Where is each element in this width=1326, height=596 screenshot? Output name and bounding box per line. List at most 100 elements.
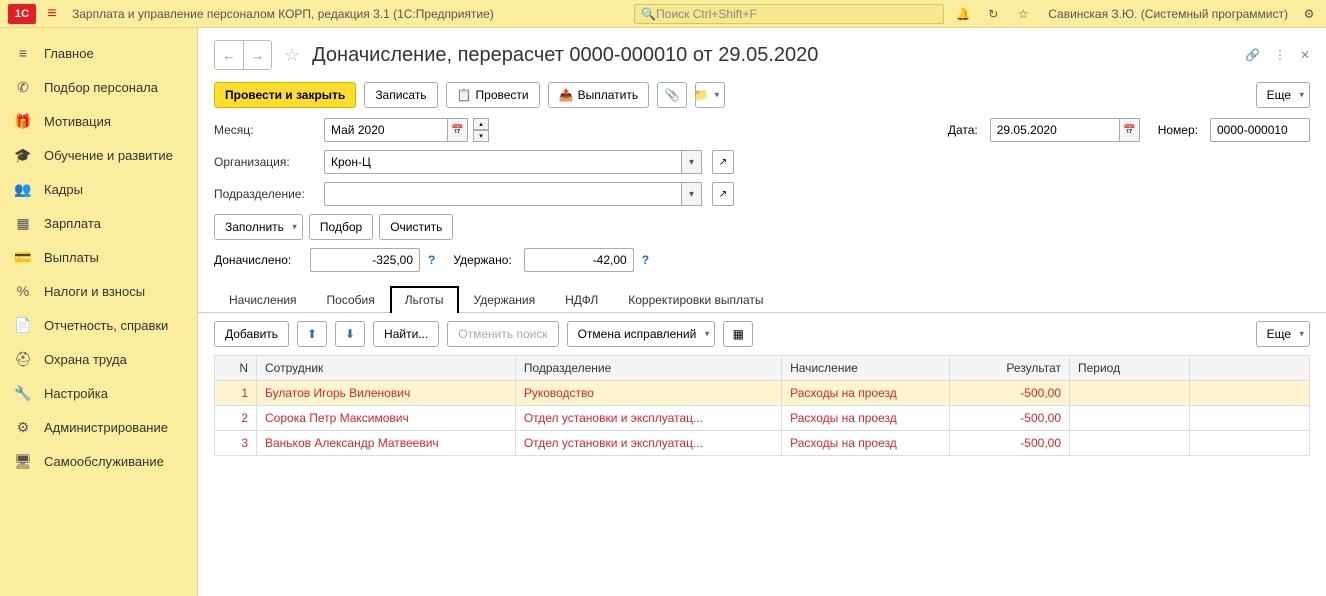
sidebar-item-safety[interactable]: ⛑ Охрана труда [0,342,197,376]
month-input[interactable] [324,118,448,142]
spinner-up[interactable]: ▴ [473,118,489,130]
open-org-button[interactable]: ↗ [712,150,734,174]
pay-icon: 📤 [559,88,574,102]
topbar: 1C ≡ Зарплата и управление персоналом КО… [0,0,1326,28]
clear-button[interactable]: Очистить [379,214,453,240]
cell-period [1070,406,1190,431]
select-button[interactable]: Подбор [309,214,373,240]
sidebar-label: Главное [44,46,94,61]
calendar-icon[interactable]: 📅 [1120,118,1140,142]
table-row[interactable]: 1Булатов Игорь ВиленовичРуководствоРасхо… [215,381,1310,406]
sidebar-item-reports[interactable]: 📄Отчетность, справки [0,308,197,342]
dropdown-icon[interactable]: ▾ [682,182,702,206]
sidebar-item-payments[interactable]: 💳Выплаты [0,240,197,274]
attach-button[interactable]: 📎 [657,82,687,108]
sidebar-label: Зарплата [44,216,101,231]
search-input[interactable]: 🔍 Поиск Ctrl+Shift+F [634,4,944,24]
sidebar-item-settings[interactable]: 🔧 Настройка [0,376,197,410]
sidebar-item-self[interactable]: 🖥Самообслуживание [0,444,197,478]
help-icon[interactable]: ? [642,253,649,267]
favorite-icon[interactable]: ☆ [284,45,300,66]
tab-accruals[interactable]: Начисления [214,286,312,313]
back-button[interactable]: ← [215,41,243,69]
pay-label: Выплатить [578,88,639,102]
layout-settings-button[interactable]: ▦ [723,321,753,347]
tab-corrections[interactable]: Корректировки выплаты [613,286,778,313]
tab-benefits[interactable]: Пособия [312,286,390,313]
accrued-label: Доначислено: [214,253,304,267]
link-icon[interactable]: 🔗 [1245,48,1260,62]
sidebar-label: Выплаты [44,250,99,265]
col-period[interactable]: Период [1070,356,1190,381]
fill-button[interactable]: Заполнить [214,214,303,240]
sidebar-label: Охрана труда [44,352,127,367]
kebab-icon[interactable]: ⋮ [1274,48,1286,62]
cancel-corrections-button[interactable]: Отмена исправлений [567,321,716,347]
post-label: Провести [476,88,529,102]
sidebar-item-training[interactable]: 🎓Обучение и развитие [0,138,197,172]
wrench-icon: 🔧 [14,384,32,402]
dept-input[interactable] [324,182,682,206]
sidebar-label: Администрирование [44,420,168,435]
sidebar-label: Настройка [44,386,108,401]
date-input[interactable] [990,118,1120,142]
more-button[interactable]: Еще [1256,82,1310,108]
col-employee[interactable]: Сотрудник [257,356,516,381]
sidebar-item-recruit[interactable]: ✆Подбор персонала [0,70,197,104]
move-up-button[interactable]: ⬆ [297,321,327,347]
main: ← → ☆ Доначисление, перерасчет 0000-0000… [198,28,1326,596]
open-dept-button[interactable]: ↗ [712,182,734,206]
pay-button[interactable]: 📤 Выплатить [548,82,649,108]
close-icon[interactable]: ✕ [1300,48,1310,62]
tab-deductions[interactable]: Удержания [459,286,551,313]
print-button[interactable]: 📁 [695,82,725,108]
sidebar-item-motivation[interactable]: 🎁Мотивация [0,104,197,138]
sidebar-label: Налоги и взносы [44,284,145,299]
col-result[interactable]: Результат [950,356,1070,381]
table: N Сотрудник Подразделение Начисление Рез… [198,355,1326,456]
dropdown-icon[interactable]: ▾ [682,150,702,174]
withheld-input[interactable] [524,248,634,272]
col-accrual[interactable]: Начисление [782,356,950,381]
spinner-down[interactable]: ▾ [473,130,489,142]
find-button[interactable]: Найти... [373,321,439,347]
accrued-input[interactable] [310,248,420,272]
bell-icon[interactable]: 🔔 [954,5,972,23]
table-row[interactable]: 2Сорока Петр МаксимовичОтдел установки и… [215,406,1310,431]
hamburger-icon[interactable]: ≡ [42,4,62,24]
sidebar-item-home[interactable]: ≡Главное [0,36,197,70]
history-icon[interactable]: ↻ [984,5,1002,23]
sidebar-item-hr[interactable]: 👥Кадры [0,172,197,206]
move-down-button[interactable]: ⬇ [335,321,365,347]
tab-exemptions[interactable]: Льготы [390,286,459,313]
date-label: Дата: [948,123,978,137]
star-icon[interactable]: ☆ [1014,5,1032,23]
sidebar-item-admin[interactable]: ⚙Администрирование [0,410,197,444]
search-icon: 🔍 [641,7,656,21]
number-input[interactable] [1210,118,1310,142]
cancel-search-button[interactable]: Отменить поиск [447,321,558,347]
table-more-button[interactable]: Еще [1256,321,1310,347]
post-button[interactable]: 📋Провести [446,82,540,108]
write-button[interactable]: Записать [364,82,437,108]
settings-icon[interactable]: ⚙ [1300,5,1318,23]
post-and-close-button[interactable]: Провести и закрыть [214,82,356,108]
user-name[interactable]: Савинская З.Ю. (Системный программист) [1048,7,1288,21]
help-icon[interactable]: ? [428,253,435,267]
sidebar-label: Отчетность, справки [44,318,168,333]
col-n[interactable]: N [215,356,257,381]
col-dept[interactable]: Подразделение [515,356,781,381]
phone-icon: ✆ [14,78,32,96]
forward-button[interactable]: → [243,41,271,69]
sidebar-item-taxes[interactable]: %Налоги и взносы [0,274,197,308]
sidebar-item-salary[interactable]: ▦Зарплата [0,206,197,240]
search-placeholder: Поиск Ctrl+Shift+F [656,7,757,21]
org-label: Организация: [214,155,318,169]
add-button[interactable]: Добавить [214,321,289,347]
table-toolbar: Добавить ⬆ ⬇ Найти... Отменить поиск Отм… [198,313,1326,355]
tab-ndfl[interactable]: НДФЛ [550,286,613,313]
org-input[interactable] [324,150,682,174]
calendar-icon[interactable]: 📅 [448,118,468,142]
table-row[interactable]: 3Ваньков Александр МатвеевичОтдел устано… [215,431,1310,456]
helmet-icon: ⛑ [14,350,32,368]
